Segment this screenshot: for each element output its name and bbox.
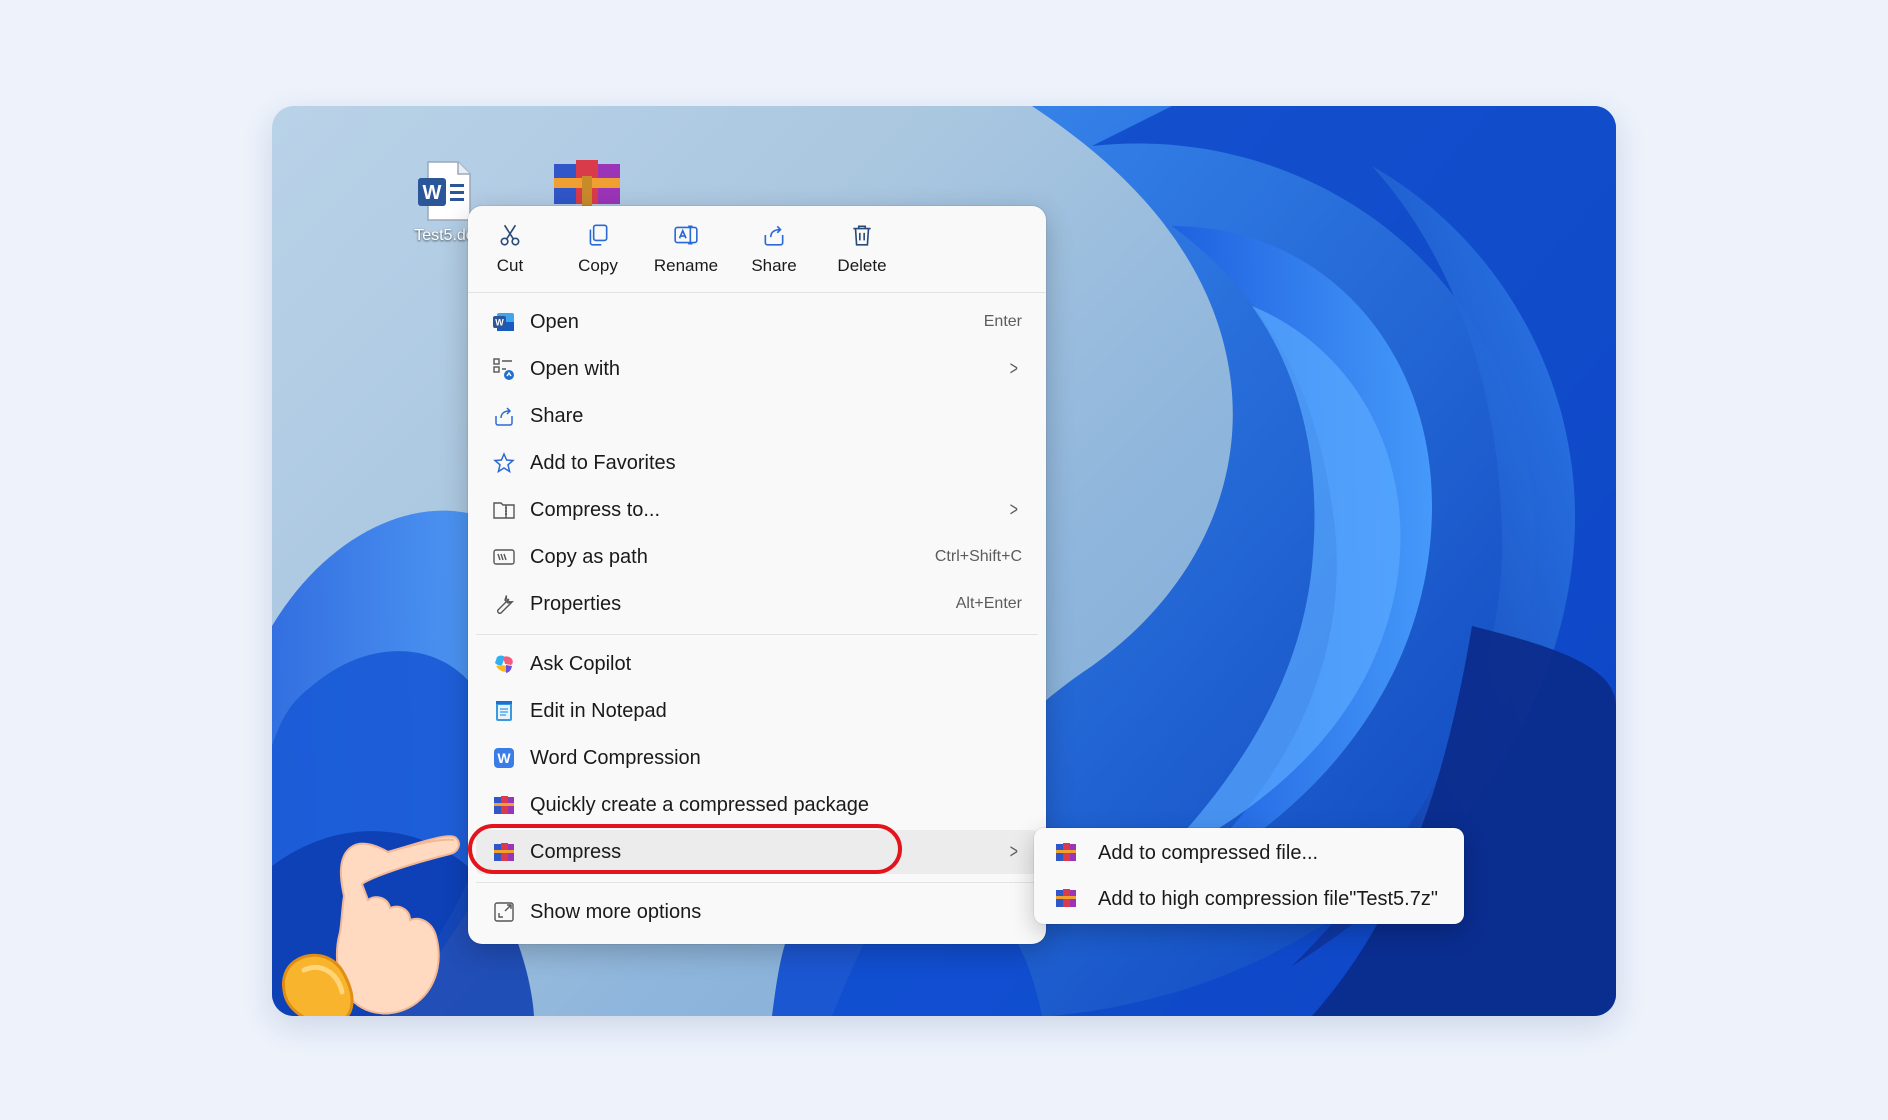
submenu-item-add-to-high-compression[interactable]: Add to high compression file"Test5.7z" xyxy=(1040,878,1458,920)
menu-item-label: Ask Copilot xyxy=(530,652,632,675)
path-icon xyxy=(490,543,518,571)
context-menu: Cut Copy Rename Share Delete W Open Ente… xyxy=(468,206,1046,944)
wrench-icon xyxy=(490,590,518,618)
archive-icon xyxy=(1054,840,1080,866)
share-label: Share xyxy=(751,256,797,275)
menu-item-label: Compress to... xyxy=(530,498,661,521)
delete-label: Delete xyxy=(837,256,887,275)
menu-item-add-to-favorites[interactable]: Add to Favorites xyxy=(476,441,1038,485)
menu-item-copy-as-path[interactable]: Copy as path Ctrl+Shift+C xyxy=(476,535,1038,579)
copy-icon xyxy=(589,224,608,246)
quick-action-bar: Cut Copy Rename Share Delete xyxy=(468,206,1046,293)
archive-icon xyxy=(1054,886,1080,912)
shortcut-text: Alt+Enter xyxy=(955,595,1022,612)
menu-item-show-more-options[interactable]: Show more options xyxy=(476,890,1038,934)
chevron-right-icon: > xyxy=(1010,498,1019,521)
menu-separator xyxy=(476,882,1038,883)
svg-text:W: W xyxy=(423,182,442,204)
expand-icon xyxy=(490,898,518,926)
screenshot-frame: W Test5.dc Cut Copy Rename Share Delete … xyxy=(272,106,1616,1016)
menu-item-properties[interactable]: Properties Alt+Enter xyxy=(476,582,1038,626)
pointing-hand-icon xyxy=(282,835,460,1016)
menu-item-label: Open with xyxy=(530,357,621,380)
open-with-icon xyxy=(490,355,518,383)
star-icon xyxy=(490,449,518,477)
submenu-item-add-to-compressed-file[interactable]: Add to compressed file... xyxy=(1040,832,1458,874)
word-document-icon: W xyxy=(418,161,471,221)
copilot-icon xyxy=(490,650,518,678)
rename-button[interactable]: Rename xyxy=(646,222,726,284)
menu-item-open[interactable]: W Open Enter xyxy=(476,300,1038,344)
chevron-right-icon: > xyxy=(1010,357,1019,380)
menu-item-open-with[interactable]: Open with > xyxy=(476,347,1038,391)
svg-text:W: W xyxy=(497,750,511,766)
menu-separator xyxy=(476,634,1038,635)
menu-item-label: Quickly create a compressed package xyxy=(530,793,870,816)
menu-item-label: Copy as path xyxy=(530,545,648,568)
menu-item-label: Properties xyxy=(530,592,622,615)
svg-text:W: W xyxy=(495,318,504,328)
cut-button[interactable]: Cut xyxy=(470,222,550,284)
shortcut-text: Enter xyxy=(983,313,1022,330)
menu-item-edit-in-notepad[interactable]: Edit in Notepad xyxy=(476,689,1038,733)
copy-label: Copy xyxy=(578,256,618,275)
menu-item-quick-compress[interactable]: Quickly create a compressed package xyxy=(476,783,1038,827)
shortcut-text: Ctrl+Shift+C xyxy=(934,548,1022,565)
rename-label: Rename xyxy=(653,256,719,275)
archive-icon xyxy=(490,838,518,866)
menu-item-label: Show more options xyxy=(530,900,702,923)
menu-item-word-compression[interactable]: W Word Compression xyxy=(476,736,1038,780)
compress-submenu: Add to compressed file... Add to high co… xyxy=(1034,828,1464,924)
submenu-item-label: Add to high compression file"Test5.7z" xyxy=(1098,887,1438,910)
word-compress-icon: W xyxy=(490,744,518,772)
trash-icon xyxy=(853,225,871,246)
scissors-icon xyxy=(500,224,520,246)
menu-item-ask-copilot[interactable]: Ask Copilot xyxy=(476,642,1038,686)
menu-item-label: Open xyxy=(530,310,579,333)
menu-item-label: Add to Favorites xyxy=(530,451,676,474)
chevron-right-icon: > xyxy=(1010,840,1019,863)
rename-icon xyxy=(674,225,698,245)
menu-item-share[interactable]: Share xyxy=(476,394,1038,438)
menu-item-compress-to[interactable]: Compress to... > xyxy=(476,488,1038,532)
share-icon xyxy=(764,225,784,246)
submenu-item-label: Add to compressed file... xyxy=(1098,841,1319,864)
zip-folder-icon xyxy=(490,496,518,524)
share-button[interactable]: Share xyxy=(734,222,814,284)
archive-icon xyxy=(490,791,518,819)
menu-item-label: Compress xyxy=(530,840,622,863)
notepad-icon xyxy=(490,697,518,725)
share-icon xyxy=(490,402,518,430)
cut-label: Cut xyxy=(496,256,524,275)
menu-item-compress[interactable]: Compress > xyxy=(476,830,1038,874)
archive-icon xyxy=(554,160,620,206)
word-app-icon: W xyxy=(490,308,518,336)
copy-button[interactable]: Copy xyxy=(558,222,638,284)
menu-item-label: Word Compression xyxy=(530,746,701,769)
menu-item-label: Share xyxy=(530,404,584,427)
menu-item-label: Edit in Notepad xyxy=(530,699,667,722)
delete-button[interactable]: Delete xyxy=(822,222,902,284)
